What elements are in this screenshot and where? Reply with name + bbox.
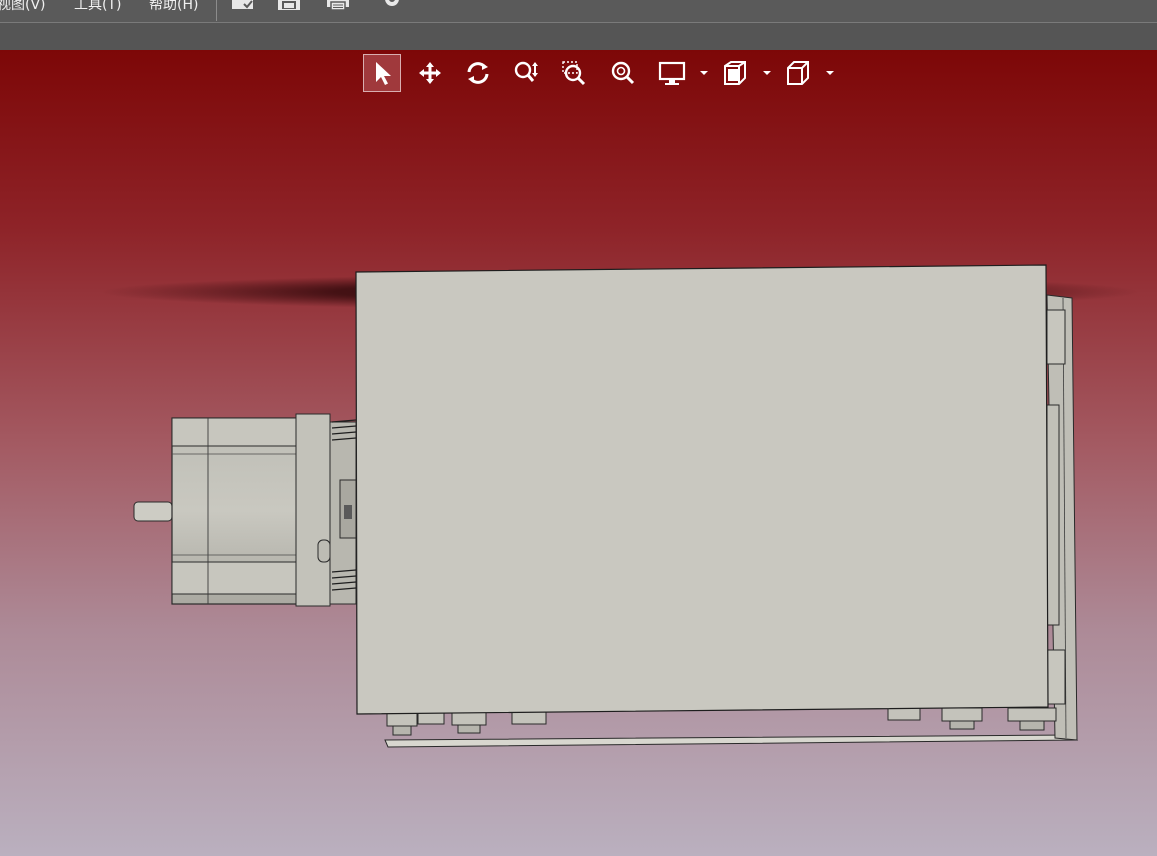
zoom-window-tool-button[interactable] [555, 54, 593, 92]
section-icon [724, 61, 746, 85]
cube-icon [787, 61, 809, 85]
3d-model-view [100, 264, 1140, 748]
rotate-tool-button[interactable] [459, 54, 497, 92]
display-style-dropdown[interactable] [699, 54, 709, 92]
menu-view[interactable]: 视图(V) [0, 0, 46, 14]
menu-bar: 视图(V) 工具(T) 帮助(H) [0, 0, 1157, 23]
pan-tool-button[interactable] [411, 54, 449, 92]
motor-shaft [133, 501, 173, 522]
chevron-down-icon [826, 71, 834, 75]
zoom-tool-button[interactable] [507, 54, 545, 92]
chevron-down-icon [763, 71, 771, 75]
section-view-dropdown[interactable] [762, 54, 772, 92]
menu-help[interactable]: 帮助(H) [149, 0, 198, 14]
chevron-down-icon [700, 71, 708, 75]
print-icon[interactable] [325, 0, 351, 12]
rotate-icon [467, 62, 489, 84]
section-view-button[interactable] [716, 54, 754, 92]
open-icon[interactable] [230, 0, 256, 12]
move-icon [419, 62, 441, 84]
zoom-updown-icon [514, 61, 538, 82]
view-orientation-button[interactable] [779, 54, 817, 92]
housing-front-face [355, 264, 1049, 715]
view-orientation-dropdown[interactable] [825, 54, 835, 92]
monitor-icon [658, 61, 686, 85]
zoom-fit-tool-button[interactable] [604, 54, 642, 92]
select-tool-button[interactable] [363, 54, 401, 92]
save-icon[interactable] [276, 0, 302, 12]
zoom-fit-icon [611, 61, 635, 85]
menu-tools[interactable]: 工具(T) [74, 0, 121, 14]
menu-divider [216, 0, 217, 21]
zoom-window-icon [562, 61, 586, 86]
display-style-button[interactable] [653, 54, 691, 92]
cursor-icon [376, 62, 391, 85]
secondary-toolbar [0, 23, 1157, 50]
settings-icon[interactable] [380, 0, 406, 12]
motor-body [171, 413, 357, 607]
3d-viewport[interactable] [0, 50, 1157, 856]
